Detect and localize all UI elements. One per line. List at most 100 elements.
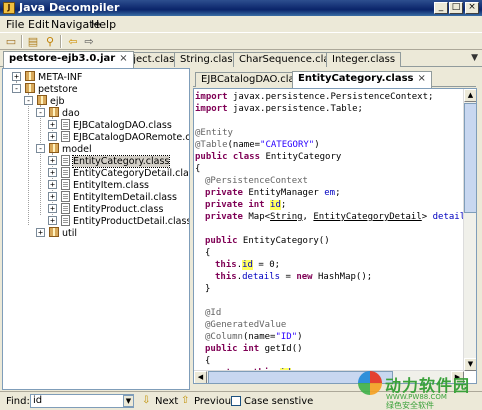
find-previous-icon[interactable]: ⇧ xyxy=(181,395,189,406)
code-line: @PersistenceContext xyxy=(205,176,308,186)
collapse-toggle[interactable]: - xyxy=(36,144,45,153)
code-line: @Id xyxy=(205,308,222,318)
find-next-icon[interactable]: ⇩ xyxy=(142,395,150,406)
menu-file[interactable]: File xyxy=(6,18,24,31)
scroll-down-icon[interactable]: ▼ xyxy=(464,358,476,371)
class-file-icon xyxy=(61,179,70,190)
expand-toggle[interactable]: + xyxy=(48,156,57,165)
package-icon xyxy=(49,227,59,237)
tree-node-entitycategory[interactable]: + EntityCategory.class xyxy=(48,155,171,168)
forward-arrow-icon[interactable]: ⇨ xyxy=(82,35,96,48)
open-folder-icon[interactable]: ▭ xyxy=(4,35,18,48)
expand-toggle[interactable]: + xyxy=(48,180,57,189)
tree-node-entityproduct[interactable]: + EntityProduct.class xyxy=(48,203,163,215)
tree-node-ejbcatalogdaoremote[interactable]: + EJBCatalogDAORemote.class xyxy=(48,131,189,143)
tree-node-entitycategorydetail[interactable]: + EntityCategoryDetail.class xyxy=(48,167,189,179)
tree-node-util[interactable]: + util xyxy=(36,227,77,239)
menu-help[interactable]: Help xyxy=(91,18,116,31)
code-editor[interactable]: import javax.persistence.PersistenceCont… xyxy=(193,88,477,384)
scroll-left-icon[interactable]: ◀ xyxy=(194,371,207,383)
code-line: @GeneratedValue xyxy=(205,320,287,330)
expand-toggle[interactable]: + xyxy=(48,120,57,129)
expand-toggle[interactable]: + xyxy=(48,168,57,177)
code-line: { xyxy=(205,356,211,366)
expand-toggle[interactable]: + xyxy=(36,228,45,237)
tab-integer-class[interactable]: Integer.class xyxy=(326,52,402,67)
expand-toggle[interactable]: + xyxy=(48,132,57,141)
menu-bar: File Edit Navigate Help xyxy=(0,16,482,32)
menu-edit[interactable]: Edit xyxy=(28,18,49,31)
find-previous-button[interactable]: Previous xyxy=(194,396,236,407)
close-icon[interactable]: × xyxy=(417,73,425,84)
search-icon[interactable]: ⚲ xyxy=(43,35,57,48)
expand-toggle[interactable]: + xyxy=(48,216,57,225)
code-line: private EntityManager em; xyxy=(205,188,341,198)
window-title: Java Decompiler xyxy=(19,1,120,14)
class-file-icon xyxy=(61,215,70,226)
horizontal-scrollbar[interactable]: ◀ ▶ xyxy=(194,370,464,383)
expand-toggle[interactable]: + xyxy=(12,72,21,81)
scroll-thumb[interactable] xyxy=(464,103,476,213)
expand-toggle[interactable]: + xyxy=(48,204,57,213)
class-file-icon xyxy=(61,119,70,130)
package-tree[interactable]: + META-INF - petstore - ejb - dao + EJBC… xyxy=(2,68,190,390)
tree-node-entityitem[interactable]: + EntityItem.class xyxy=(48,179,149,191)
close-button[interactable]: × xyxy=(465,2,479,14)
tree-node-meta-inf[interactable]: + META-INF xyxy=(12,71,82,83)
back-arrow-icon[interactable]: ⇦ xyxy=(66,35,80,48)
code-line: { xyxy=(195,164,201,174)
code-line: { xyxy=(205,248,211,258)
tab-petstore-jar[interactable]: petstore-ejb3.0.jar × xyxy=(3,51,134,68)
maximize-button[interactable]: □ xyxy=(449,2,463,14)
tree-node-entityitemdetail[interactable]: + EntityItemDetail.class xyxy=(48,191,177,203)
tree-node-model[interactable]: - model xyxy=(36,143,92,155)
code-line: private int id; xyxy=(205,200,287,210)
tab-label: EntityCategory.class xyxy=(298,73,414,84)
tree-node-ejbcatalogdao[interactable]: + EJBCatalogDAO.class xyxy=(48,119,172,131)
find-input[interactable]: id xyxy=(30,394,134,408)
class-file-icon xyxy=(61,155,70,166)
find-bar: Find: id ▼ ⇩ Next ⇧ Previous Case sensti… xyxy=(0,391,482,410)
minimize-button[interactable]: _ xyxy=(434,2,448,14)
find-next-button[interactable]: Next xyxy=(155,396,178,407)
expand-toggle[interactable]: + xyxy=(48,192,57,201)
tree-node-petstore[interactable]: - petstore xyxy=(12,83,78,95)
tab-list-dropdown-icon[interactable]: ▼ xyxy=(471,53,478,63)
package-icon xyxy=(49,107,59,117)
tab-label: petstore-ejb3.0.jar xyxy=(9,53,116,64)
code-line: @Table(name="CATEGORY") xyxy=(195,140,320,150)
tree-node-ejb[interactable]: - ejb xyxy=(24,95,65,107)
toolbar-separator xyxy=(21,35,23,48)
code-line: this.id = 0; xyxy=(215,260,281,270)
package-icon xyxy=(37,95,47,105)
scroll-thumb[interactable] xyxy=(208,371,393,383)
vertical-scrollbar[interactable]: ▲ ▼ xyxy=(463,89,476,371)
code-line: import javax.persistence.Table; xyxy=(195,104,363,114)
code-line: import javax.persistence.PersistenceCont… xyxy=(195,92,434,102)
package-icon xyxy=(49,143,59,153)
scroll-up-icon[interactable]: ▲ xyxy=(464,89,476,102)
collapse-toggle[interactable]: - xyxy=(24,96,33,105)
package-icon xyxy=(25,83,35,93)
class-file-icon xyxy=(61,203,70,214)
tab-entitycategory-class[interactable]: EntityCategory.class × xyxy=(292,71,432,88)
find-label: Find: xyxy=(6,396,30,407)
code-line: @Entity xyxy=(195,128,233,138)
case-sensitive-checkbox[interactable] xyxy=(231,396,241,406)
tree-node-dao[interactable]: - dao xyxy=(36,107,80,119)
tree-guide-line xyxy=(28,93,29,225)
open-type-icon[interactable]: ▤ xyxy=(26,35,40,48)
tree-node-entityproductdetail[interactable]: + EntityProductDetail.class xyxy=(48,215,189,227)
scroll-right-icon[interactable]: ▶ xyxy=(451,371,464,383)
collapse-toggle[interactable]: - xyxy=(36,108,45,117)
code-line: private Map<String, EntityCategoryDetail… xyxy=(205,212,476,222)
title-bar: J Java Decompiler _ □ × xyxy=(0,0,482,16)
class-file-icon xyxy=(61,191,70,202)
collapse-toggle[interactable]: - xyxy=(12,84,21,93)
code-line: public int getId() xyxy=(205,344,303,354)
chevron-down-icon[interactable]: ▼ xyxy=(123,395,134,407)
close-icon[interactable]: × xyxy=(119,53,127,64)
editor-tab-bar: EJBCatalogDAO.class EntityCategory.class… xyxy=(193,71,476,88)
class-file-icon xyxy=(61,131,70,142)
tree-guide-line xyxy=(40,105,41,215)
